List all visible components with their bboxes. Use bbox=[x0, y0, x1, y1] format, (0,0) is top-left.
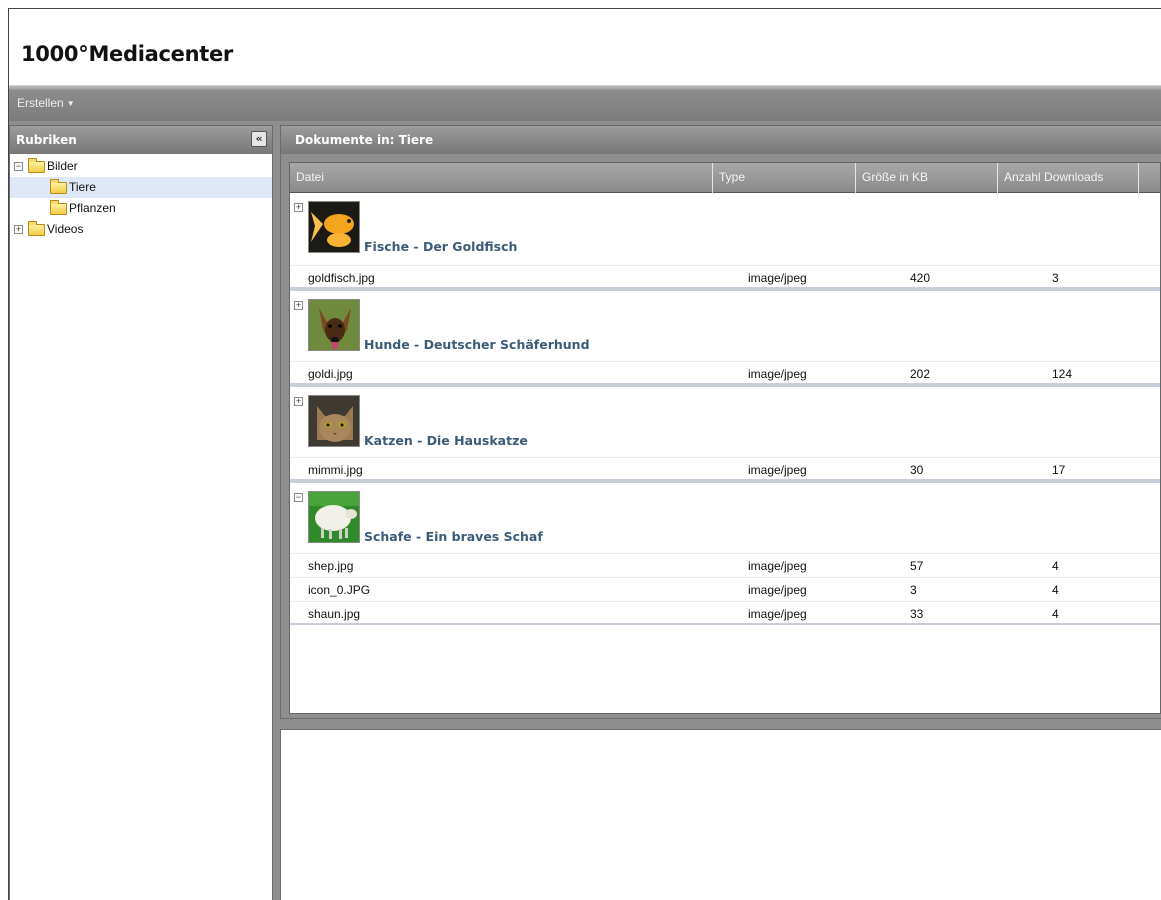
dropdown-caret-icon: ▼ bbox=[66, 99, 75, 108]
file-size-cell: 420 bbox=[910, 271, 931, 285]
file-name-cell: shaun.jpg bbox=[308, 607, 361, 621]
download-count-cell: 3 bbox=[1052, 271, 1059, 285]
tree-node-label: Bilder bbox=[47, 159, 78, 173]
folder-icon bbox=[50, 179, 67, 194]
file-name-cell: goldfisch.jpg bbox=[308, 271, 375, 285]
file-name-cell: mimmi.jpg bbox=[308, 463, 363, 477]
file-type-cell: image/jpeg bbox=[748, 607, 807, 621]
documents-title: Dokumente in: Tiere bbox=[295, 133, 434, 147]
file-size-cell: 3 bbox=[910, 583, 917, 597]
panel-title: Rubriken bbox=[16, 133, 77, 147]
tree-node-bilder[interactable]: − Bilder bbox=[10, 156, 272, 177]
app-title: 1000°Mediacenter bbox=[21, 42, 233, 66]
column-header-datei[interactable]: Datei bbox=[290, 163, 713, 193]
tree-node-label: Pflanzen bbox=[69, 201, 116, 215]
group-title[interactable]: Katzen - Die Hauskatze bbox=[364, 433, 528, 448]
group-row[interactable]: + Fische - Der Goldfisch bbox=[290, 193, 1160, 265]
documents-grid: Datei Type Größe in KB Anzahl Downloads … bbox=[289, 162, 1161, 714]
file-type-cell: image/jpeg bbox=[748, 271, 807, 285]
expand-group-icon[interactable]: + bbox=[294, 301, 303, 310]
file-name-cell: icon_0.JPG bbox=[308, 583, 371, 597]
group-title[interactable]: Hunde - Deutscher Schäferhund bbox=[364, 337, 590, 352]
toolbar: Erstellen ▼ bbox=[9, 85, 1161, 121]
file-name-cell: goldi.jpg bbox=[308, 367, 353, 381]
table-row[interactable]: goldi.jpg image/jpeg 202 124 bbox=[290, 361, 1160, 385]
create-menu-label: Erstellen bbox=[17, 96, 64, 110]
dog-thumbnail[interactable] bbox=[308, 299, 360, 351]
group-title[interactable]: Fische - Der Goldfisch bbox=[364, 239, 517, 254]
sheep-thumbnail[interactable] bbox=[308, 491, 360, 543]
group-row[interactable]: − Schafe - Ein braves Schaf bbox=[290, 481, 1160, 553]
categories-panel-header: Rubriken « bbox=[10, 126, 272, 154]
grid-body: + Fische - Der Goldfisch goldfisch.jpg imag… bbox=[290, 193, 1160, 625]
tree-node-label: Tiere bbox=[69, 180, 96, 194]
file-name-cell: shep.jpg bbox=[308, 559, 354, 573]
folder-icon bbox=[50, 200, 67, 215]
collapse-node-icon[interactable]: − bbox=[14, 162, 23, 171]
grid-header: Datei Type Größe in KB Anzahl Downloads bbox=[290, 163, 1160, 193]
group-row[interactable]: + Hunde - Deutscher Schäferhund bbox=[290, 289, 1160, 361]
categories-panel: Rubriken « − Bilder Tiere Pflanzen + Vid… bbox=[9, 125, 273, 900]
workspace: Rubriken « − Bilder Tiere Pflanzen + Vid… bbox=[9, 121, 1161, 900]
preview-panel bbox=[280, 729, 1161, 900]
table-row[interactable]: shaun.jpg image/jpeg 33 4 bbox=[290, 601, 1160, 625]
collapse-panel-button[interactable]: « bbox=[251, 131, 267, 147]
create-menu-button[interactable]: Erstellen ▼ bbox=[17, 96, 75, 110]
file-size-cell: 202 bbox=[910, 367, 931, 381]
folder-open-icon bbox=[28, 158, 45, 173]
download-count-cell: 4 bbox=[1052, 559, 1059, 573]
table-row[interactable]: icon_0.JPG image/jpeg 3 4 bbox=[290, 577, 1160, 601]
group-row[interactable]: + Katzen - Die Hauskatze bbox=[290, 385, 1160, 457]
file-size-cell: 57 bbox=[910, 559, 924, 573]
table-row[interactable]: shep.jpg image/jpeg 57 4 bbox=[290, 553, 1160, 577]
expand-group-icon[interactable]: + bbox=[294, 203, 303, 212]
download-count-cell: 4 bbox=[1052, 607, 1059, 621]
app-window: 1000°Mediacenter Erstellen ▼ Rubriken « −… bbox=[8, 8, 1161, 900]
collapse-group-icon[interactable]: − bbox=[294, 493, 303, 502]
file-type-cell: image/jpeg bbox=[748, 463, 807, 477]
group-title[interactable]: Schafe - Ein braves Schaf bbox=[364, 529, 543, 544]
download-count-cell: 124 bbox=[1052, 367, 1073, 381]
tree-node-videos[interactable]: + Videos bbox=[10, 219, 272, 240]
documents-panel-header: Dokumente in: Tiere bbox=[281, 126, 1161, 154]
expand-group-icon[interactable]: + bbox=[294, 397, 303, 406]
tree-node-label: Videos bbox=[47, 222, 84, 236]
file-size-cell: 33 bbox=[910, 607, 924, 621]
table-row[interactable]: goldfisch.jpg image/jpeg 420 3 bbox=[290, 265, 1160, 289]
column-header-size[interactable]: Größe in KB bbox=[856, 163, 998, 193]
file-type-cell: image/jpeg bbox=[748, 559, 807, 573]
download-count-cell: 4 bbox=[1052, 583, 1059, 597]
file-type-cell: image/jpeg bbox=[748, 367, 807, 381]
category-tree: − Bilder Tiere Pflanzen + Videos bbox=[10, 154, 272, 240]
folder-icon bbox=[28, 221, 45, 236]
tree-node-pflanzen[interactable]: Pflanzen bbox=[10, 198, 272, 219]
expand-node-icon[interactable]: + bbox=[14, 225, 23, 234]
table-row[interactable]: mimmi.jpg image/jpeg 30 17 bbox=[290, 457, 1160, 481]
file-size-cell: 30 bbox=[910, 463, 924, 477]
file-type-cell: image/jpeg bbox=[748, 583, 807, 597]
column-header-downloads[interactable]: Anzahl Downloads bbox=[998, 163, 1139, 193]
cat-thumbnail[interactable] bbox=[308, 395, 360, 447]
tree-node-tiere[interactable]: Tiere bbox=[10, 177, 272, 198]
documents-panel: Dokumente in: Tiere Datei Type Größe in … bbox=[280, 125, 1161, 719]
download-count-cell: 17 bbox=[1052, 463, 1066, 477]
goldfish-thumbnail[interactable] bbox=[308, 201, 360, 253]
column-header-type[interactable]: Type bbox=[713, 163, 856, 193]
